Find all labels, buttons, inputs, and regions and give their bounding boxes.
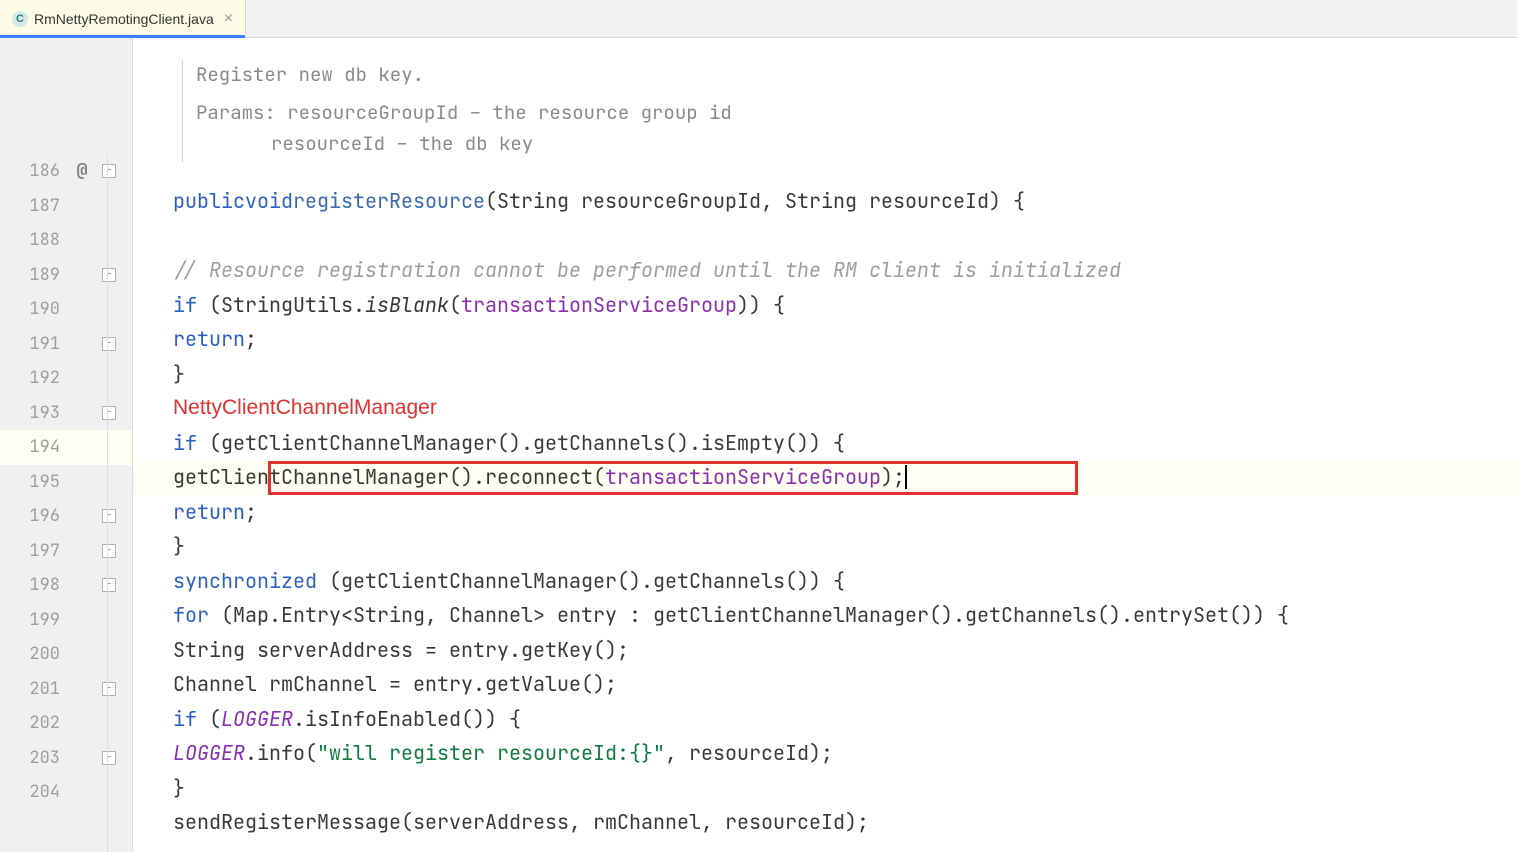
- fold-toggle-icon[interactable]: −: [102, 164, 116, 178]
- line-number: 204: [0, 775, 68, 810]
- code-editor[interactable]: 186@− 187 188 189− 190 191− 192 193− 194…: [0, 38, 1517, 852]
- fold-toggle-icon[interactable]: −: [102, 544, 116, 558]
- line-number: 201: [0, 672, 68, 707]
- line-number: 197: [0, 534, 68, 569]
- fold-toggle-icon[interactable]: −: [102, 751, 116, 765]
- tab-bar: C RmNettyRemotingClient.java ×: [0, 0, 1517, 38]
- code-area[interactable]: Register new db key. Params: resourceGro…: [133, 38, 1517, 852]
- line-number: 196: [0, 499, 68, 534]
- code-line[interactable]: String serverAddress = entry.getKey();: [133, 633, 1517, 668]
- fold-toggle-icon[interactable]: −: [102, 406, 116, 420]
- code-line[interactable]: NettyClientChannelManager: [133, 391, 1517, 426]
- line-number: 190: [0, 292, 68, 327]
- line-number: 198: [0, 568, 68, 603]
- code-line[interactable]: Channel rmChannel = entry.getValue();: [133, 667, 1517, 702]
- code-line[interactable]: }: [133, 357, 1517, 392]
- text-cursor: [905, 465, 907, 489]
- editor-gutter: 186@− 187 188 189− 190 191− 192 193− 194…: [0, 38, 133, 852]
- code-line[interactable]: LOGGER.info("will register resourceId:{}…: [133, 736, 1517, 771]
- line-number: 203: [0, 741, 68, 776]
- line-number: 186: [0, 154, 68, 189]
- javadoc-rendered: Register new db key. Params: resourceGro…: [133, 38, 1517, 184]
- code-line[interactable]: public void registerResource(String reso…: [133, 184, 1517, 219]
- line-number: 191: [0, 327, 68, 362]
- code-line[interactable]: if (LOGGER.isInfoEnabled()) {: [133, 702, 1517, 737]
- java-class-icon: C: [12, 11, 28, 27]
- code-line[interactable]: if (getClientChannelManager().getChannel…: [133, 426, 1517, 461]
- code-line[interactable]: }: [133, 529, 1517, 564]
- line-number: 189: [0, 258, 68, 293]
- fold-toggle-icon[interactable]: −: [102, 682, 116, 696]
- code-line[interactable]: }: [133, 771, 1517, 806]
- close-icon[interactable]: ×: [224, 10, 233, 28]
- javadoc-params: Params: resourceGroupId – the resource g…: [196, 98, 1517, 128]
- fold-toggle-icon[interactable]: −: [102, 268, 116, 282]
- annotation-red-label: NettyClientChannelManager: [173, 391, 437, 426]
- line-number: 200: [0, 637, 68, 672]
- code-line[interactable]: getClientChannelManager().reconnect(tran…: [133, 460, 1517, 495]
- line-number: 188: [0, 223, 68, 258]
- code-line[interactable]: sendRegisterMessage(serverAddress, rmCha…: [133, 805, 1517, 840]
- code-line[interactable]: synchronized (getClientChannelManager().…: [133, 564, 1517, 599]
- javadoc-param: resourceId – the db key: [196, 129, 1517, 159]
- tab-filename: RmNettyRemotingClient.java: [34, 11, 214, 27]
- javadoc-summary: Register new db key.: [196, 60, 1517, 90]
- line-number: 193: [0, 396, 68, 431]
- fold-toggle-icon[interactable]: −: [102, 337, 116, 351]
- code-line[interactable]: for (Map.Entry<String, Channel> entry : …: [133, 598, 1517, 633]
- code-line[interactable]: // Resource registration cannot be perfo…: [133, 253, 1517, 288]
- code-line[interactable]: return;: [133, 495, 1517, 530]
- line-number: 192: [0, 361, 68, 396]
- override-gutter-icon[interactable]: @: [68, 154, 96, 189]
- line-number: 187: [0, 189, 68, 224]
- fold-toggle-icon[interactable]: −: [102, 578, 116, 592]
- code-line[interactable]: [133, 219, 1517, 254]
- code-line[interactable]: if (StringUtils.isBlank(transactionServi…: [133, 288, 1517, 323]
- line-number: 199: [0, 603, 68, 638]
- code-line[interactable]: return;: [133, 322, 1517, 357]
- line-number: 195: [0, 465, 68, 500]
- fold-toggle-icon[interactable]: −: [102, 509, 116, 523]
- file-tab-active[interactable]: C RmNettyRemotingClient.java ×: [0, 0, 246, 37]
- line-number: 202: [0, 706, 68, 741]
- line-number: 194: [0, 430, 68, 465]
